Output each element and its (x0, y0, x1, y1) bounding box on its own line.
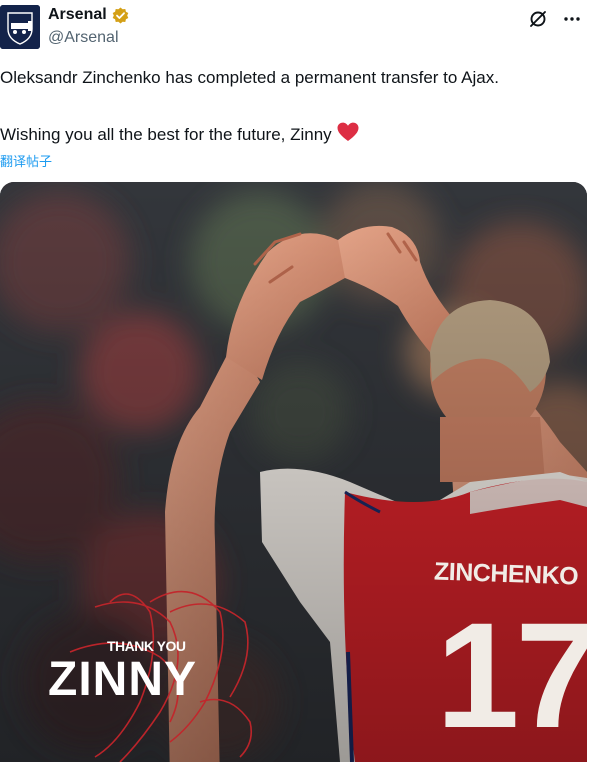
arsenal-crest-icon[interactable] (0, 5, 40, 49)
red-heart-icon (337, 122, 359, 147)
account-name-row: Arsenal (48, 6, 129, 24)
tweet-text-line2-text: Wishing you all the best for the future,… (0, 124, 332, 144)
more-options-icon[interactable] (561, 8, 583, 30)
tweet-text-line1: Oleksandr Zinchenko has completed a perm… (0, 68, 499, 87)
grok-icon[interactable] (527, 8, 549, 30)
account-name[interactable]: Arsenal (48, 6, 107, 24)
tweet-text-line2: Wishing you all the best for the future,… (0, 122, 359, 147)
tweet-header: Arsenal @Arsenal (0, 0, 589, 58)
jersey-name-text: ZINCHENKO (433, 557, 579, 591)
account-handle[interactable]: @Arsenal (48, 29, 119, 47)
zinny-title: ZINNY (48, 653, 197, 706)
translate-post-link[interactable]: 翻译帖子 (0, 151, 52, 170)
tweet-media-image[interactable]: THANK YOU ZINNY ZINCHENKO 17 (0, 182, 587, 762)
verified-badge-icon (112, 7, 129, 24)
jersey-number-text: 17 (436, 591, 587, 759)
header-actions (527, 8, 583, 30)
